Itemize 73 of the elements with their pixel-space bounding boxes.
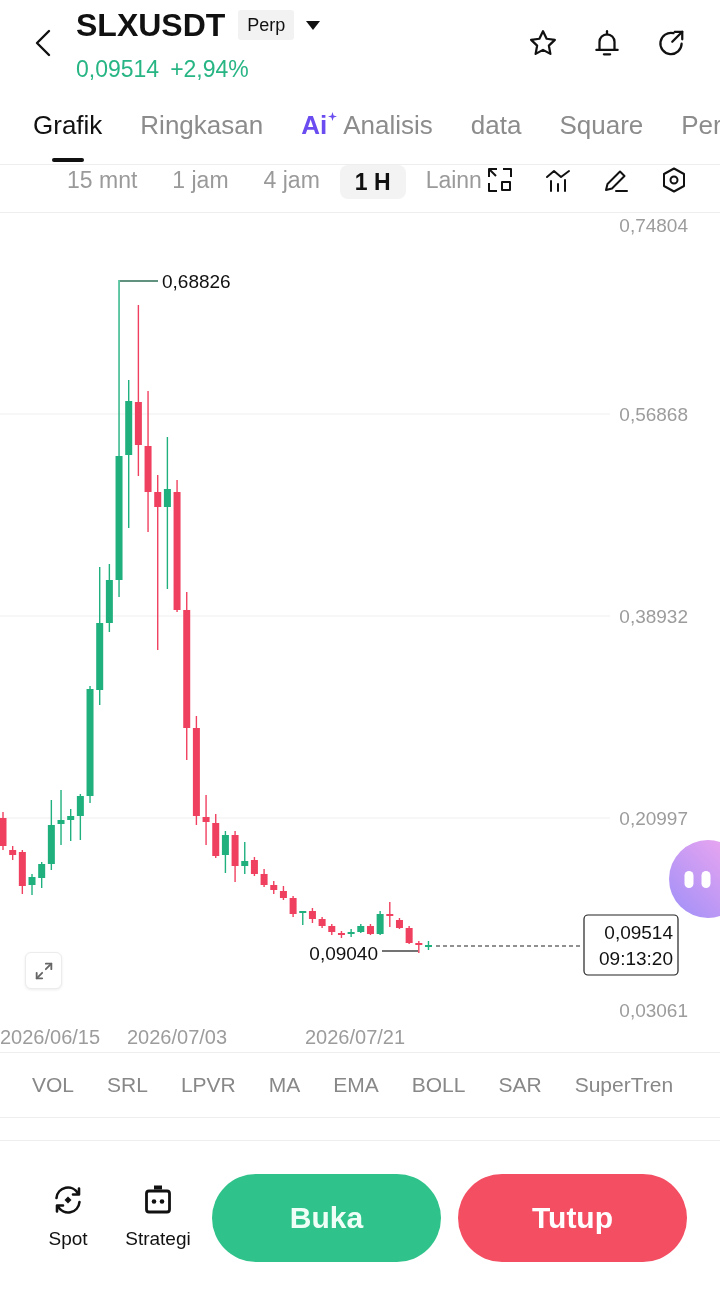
rising-candle [57, 789, 65, 846]
falling-candle [231, 830, 239, 883]
open-position-button[interactable]: Buka [212, 1174, 441, 1262]
falling-candle [202, 794, 210, 846]
bell-icon[interactable] [592, 28, 622, 58]
date-axis-label: 2026/07/03 [127, 1026, 228, 1048]
fullscreen-button[interactable] [25, 952, 62, 989]
price-axis-label: 0,74804 [619, 215, 688, 236]
falling-candle [250, 856, 258, 877]
tab[interactable]: Ringkasan [140, 100, 264, 164]
falling-candle [289, 895, 297, 918]
rising-candle [347, 928, 355, 938]
falling-candle [318, 916, 326, 929]
falling-candle [260, 868, 268, 888]
low-price-label: 0,09040 [309, 943, 378, 964]
tab[interactable]: Square [559, 100, 644, 164]
price-axis-label: 0,20997 [619, 808, 688, 829]
ai-mark: Ai [301, 110, 328, 140]
rising-candle [241, 841, 249, 875]
falling-candle [308, 907, 316, 924]
dropdown-caret-icon[interactable] [306, 20, 321, 30]
pair-symbol: SLXUSDT [76, 7, 226, 43]
swap-circle-icon [52, 1184, 84, 1216]
settings-icon[interactable] [660, 166, 688, 194]
timeframe-tab[interactable]: 4 jam [263, 165, 320, 195]
leader-line [119, 280, 159, 282]
high-price-label: 0,68826 [162, 271, 231, 292]
indicator-option[interactable]: LPVR [180, 1072, 236, 1098]
rising-candle [357, 923, 365, 934]
contract-type-tag: Perp [238, 10, 295, 40]
indicator-option[interactable]: VOL [32, 1072, 75, 1098]
tab[interactable]: data [470, 100, 522, 164]
price-axis-label: 0,38932 [619, 606, 688, 627]
indicator-option[interactable]: BOLL [411, 1072, 466, 1098]
timeframe-tab[interactable]: 1 H [339, 165, 406, 199]
sparkle-icon [328, 112, 338, 121]
star-icon[interactable] [528, 28, 558, 58]
rising-candle [376, 910, 384, 936]
rising-candle [299, 910, 307, 926]
tab[interactable]: Ai Analisis [301, 100, 433, 164]
rising-candle [425, 940, 432, 951]
falling-candle [212, 813, 220, 859]
falling-candle [415, 940, 423, 954]
rising-candle [221, 830, 229, 874]
change-percent: +2,94% [170, 56, 249, 82]
falling-candle [366, 923, 374, 936]
falling-candle [0, 811, 7, 851]
indicator-option[interactable]: MA [268, 1072, 301, 1098]
last-price-value: 0,09514 [604, 922, 673, 943]
rising-candle [28, 873, 36, 896]
leader-line [381, 950, 419, 952]
indicator-option[interactable]: EMA [333, 1072, 379, 1098]
falling-candle [405, 925, 413, 945]
price-axis-label: 0,56868 [619, 404, 688, 425]
indicator-option[interactable]: SRL [107, 1072, 148, 1098]
indicator-option[interactable]: SuperTren [574, 1072, 674, 1098]
date-axis-label: 2026/07/21 [305, 1026, 406, 1048]
share-arrow-icon[interactable] [656, 28, 686, 58]
close-position-button[interactable]: Tutup [458, 1174, 687, 1262]
shortcut-button[interactable]: Strategi [122, 1184, 194, 1250]
timeframe-tab[interactable]: Lainn [425, 165, 482, 195]
price-axis-label: 0,03061 [619, 1000, 688, 1021]
indicator-option[interactable]: SAR [498, 1072, 542, 1098]
chart-layout-icon[interactable] [486, 166, 514, 194]
date-axis-label: 2026/06/15 [0, 1026, 101, 1048]
timeframe-tab[interactable]: 15 mnt [67, 165, 138, 195]
tab[interactable]: Grafik [33, 100, 103, 164]
countdown-timer: 09:13:20 [599, 948, 673, 969]
back-icon[interactable] [33, 28, 53, 58]
robot-icon [142, 1184, 174, 1216]
shortcut-button[interactable]: Spot [44, 1184, 92, 1250]
timeframe-tab[interactable]: 1 jam [172, 165, 229, 195]
last-price: 0,09514 [76, 56, 160, 82]
